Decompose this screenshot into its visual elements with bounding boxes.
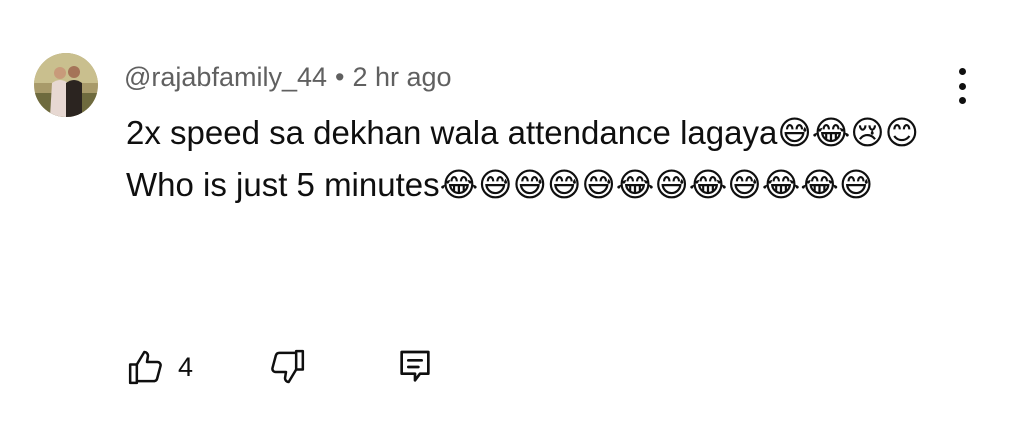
reply-comment-icon xyxy=(400,350,430,382)
like-count: 4 xyxy=(178,351,194,382)
thumbs-up-icon xyxy=(128,350,162,385)
dislike-button[interactable] xyxy=(267,347,307,387)
comment-timestamp: 2 hr ago xyxy=(352,62,452,92)
comment-text: 2x speed sa dekhan wala attendance lagay… xyxy=(126,107,926,211)
comment-card: @rajabfamily_44 • 2 hr ago 2x speed sa dek… xyxy=(0,0,1024,423)
more-vert-icon[interactable] xyxy=(947,68,977,104)
like-button[interactable]: 4 xyxy=(126,347,193,387)
author-name[interactable]: @rajabfamily_44 xyxy=(124,62,327,92)
comment-line: Who is just 5 minutes😂😅😅😅😅😂😅😂😅😂😂😅 xyxy=(126,166,874,203)
comment-actions: 4 xyxy=(126,345,435,389)
reply-button[interactable] xyxy=(395,347,435,387)
comment-header: @rajabfamily_44 • 2 hr ago xyxy=(124,60,452,94)
meta-separator: • xyxy=(335,62,345,92)
comment-line: 2x speed sa dekhan wala attendance lagay… xyxy=(126,114,920,151)
avatar-image xyxy=(34,53,98,117)
avatar[interactable] xyxy=(34,53,98,117)
thumbs-down-icon xyxy=(271,349,305,384)
